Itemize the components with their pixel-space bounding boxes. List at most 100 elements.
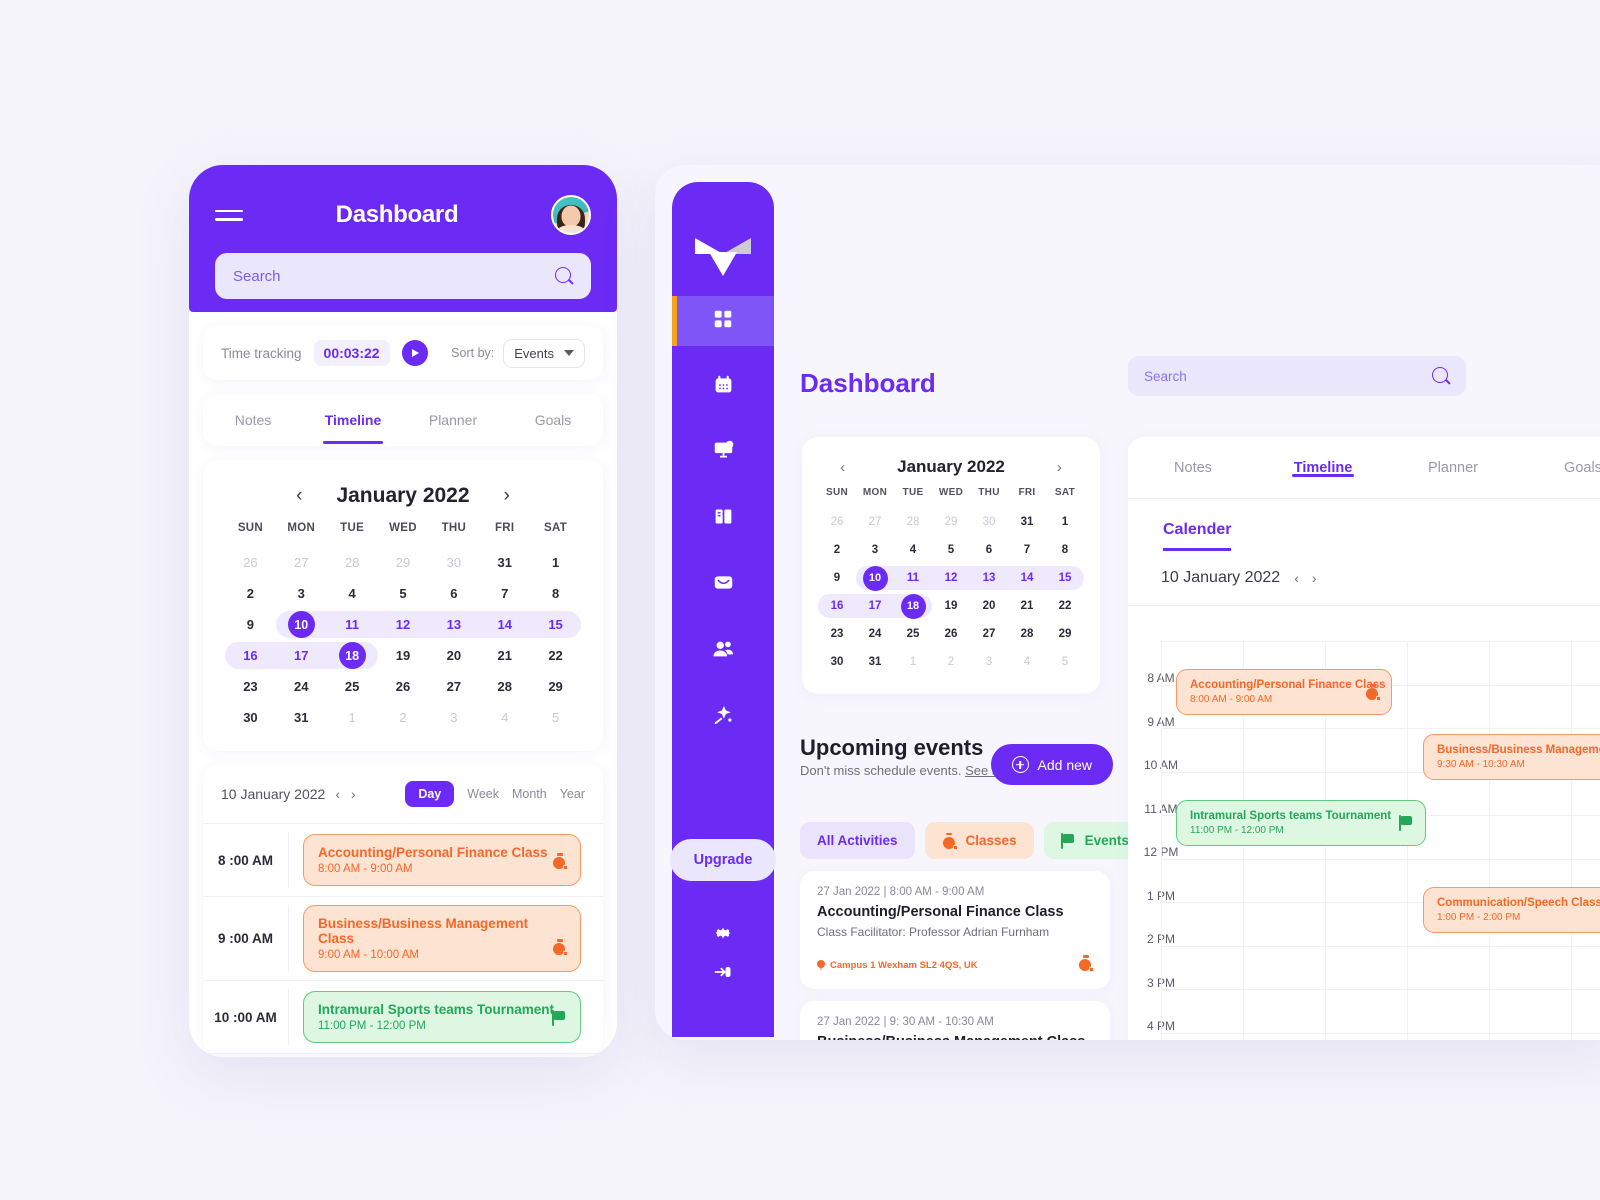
calendar-day-cell[interactable]: 8 xyxy=(530,578,581,609)
search-bar[interactable] xyxy=(1128,356,1466,396)
calendar-day-cell[interactable]: 9 xyxy=(818,564,856,592)
day-next-button[interactable]: › xyxy=(351,786,356,802)
search-icon[interactable] xyxy=(1432,367,1450,385)
upgrade-button[interactable]: Upgrade xyxy=(669,839,777,881)
calendar-day-cell[interactable]: 1 xyxy=(327,702,378,733)
calendar-day-cell[interactable]: 19 xyxy=(378,640,429,671)
calendar-day-cell[interactable]: 22 xyxy=(1046,592,1084,620)
calendar-day-cell[interactable]: 30 xyxy=(970,508,1008,536)
calendar-day-cell[interactable]: 1 xyxy=(530,547,581,578)
calendar-day-cell[interactable]: 23 xyxy=(225,671,276,702)
calendar-day-cell[interactable]: 18 xyxy=(894,592,932,620)
logout-icon[interactable] xyxy=(713,962,733,987)
day-prev-button[interactable]: ‹ xyxy=(335,786,340,802)
play-button[interactable] xyxy=(401,340,428,366)
gear-icon[interactable] xyxy=(713,923,733,948)
calendar-day-cell[interactable]: 17 xyxy=(275,640,327,671)
avatar[interactable] xyxy=(551,195,591,235)
calendar-day-cell[interactable]: 2 xyxy=(225,578,276,609)
calendar-day-cell[interactable]: 25 xyxy=(894,620,932,648)
tab-notes[interactable]: Notes xyxy=(203,412,303,428)
calendar-day-cell[interactable]: 13 xyxy=(970,564,1008,592)
calendar-day-cell[interactable]: 30 xyxy=(818,648,856,676)
calendar-day-cell[interactable]: 12 xyxy=(377,609,429,640)
calendar-day-cell[interactable]: 24 xyxy=(276,671,327,702)
calendar-day-cell[interactable]: 27 xyxy=(856,508,894,536)
view-option-year[interactable]: Year xyxy=(560,787,585,801)
calendar-day-cell[interactable]: 18 xyxy=(326,640,378,671)
view-option-month[interactable]: Month xyxy=(512,787,547,801)
calendar-day-cell[interactable]: 3 xyxy=(276,578,327,609)
add-new-button[interactable]: Add new xyxy=(990,744,1113,785)
calendar-day-cell[interactable]: 21 xyxy=(1008,592,1046,620)
calendar-day-cell[interactable]: 21 xyxy=(479,640,530,671)
calendar-day-cell[interactable]: 5 xyxy=(1046,648,1084,676)
timeline-event[interactable]: Intramural Sports teams Tournament 11:00 … xyxy=(303,991,581,1043)
search-icon[interactable] xyxy=(555,267,573,285)
calendar-day-cell[interactable]: 10 xyxy=(856,564,894,592)
calendar-day-cell[interactable]: 30 xyxy=(225,702,276,733)
calendar-day-cell[interactable]: 31 xyxy=(276,702,327,733)
calendar-day-cell[interactable]: 1 xyxy=(1046,508,1084,536)
calendar-day-cell[interactable]: 15 xyxy=(530,609,581,640)
calendar-day-cell[interactable]: 10 xyxy=(275,609,327,640)
calendar-day-cell[interactable]: 22 xyxy=(530,640,581,671)
tab-goals[interactable]: Goals xyxy=(1518,460,1600,476)
day-prev-button[interactable]: ‹ xyxy=(1294,570,1299,586)
calendar-day-cell[interactable]: 13 xyxy=(428,609,480,640)
calendar-day-cell[interactable]: 11 xyxy=(894,564,932,592)
calendar-day-cell[interactable]: 24 xyxy=(856,620,894,648)
calendar-day-cell[interactable]: 25 xyxy=(327,671,378,702)
calendar-next-month-button[interactable]: › xyxy=(504,485,510,507)
calendar-day-cell[interactable]: 16 xyxy=(818,592,856,620)
event-card[interactable]: 27 Jan 2022 | 8:00 AM - 9:00 AM Accountin… xyxy=(800,871,1110,989)
search-input[interactable] xyxy=(233,267,555,285)
calendar-day-cell[interactable]: 29 xyxy=(378,547,429,578)
calendar-prev-month-button[interactable]: ‹ xyxy=(296,485,302,507)
filter-classes[interactable]: Classes xyxy=(924,822,1034,859)
tab-timeline[interactable]: Timeline xyxy=(1258,460,1388,476)
calendar-day-cell[interactable]: 4 xyxy=(1008,648,1046,676)
calendar-grid-event[interactable]: Communication/Speech Class 1:00 PM - 2:00… xyxy=(1423,887,1600,933)
calendar-day-cell[interactable]: 28 xyxy=(1008,620,1046,648)
sidebar-item-presentation-chat[interactable] xyxy=(672,428,774,478)
calendar-day-cell[interactable]: 30 xyxy=(428,547,479,578)
calendar-day-cell[interactable]: 5 xyxy=(378,578,429,609)
calendar-day-cell[interactable]: 12 xyxy=(932,564,970,592)
calendar-day-cell[interactable]: 11 xyxy=(326,609,378,640)
filter-all-activities[interactable]: All Activities xyxy=(800,822,915,859)
calendar-grid-event[interactable]: Business/Business Management Class 9:30 A… xyxy=(1423,734,1600,780)
calendar-prev-month-button[interactable]: ‹ xyxy=(840,459,845,476)
calendar-day-cell[interactable]: 3 xyxy=(970,648,1008,676)
sidebar-item-calendar[interactable] xyxy=(672,362,774,412)
sidebar-item-users[interactable] xyxy=(672,626,774,676)
calendar-day-cell[interactable]: 29 xyxy=(530,671,581,702)
calendar-day-cell[interactable]: 31 xyxy=(856,648,894,676)
calendar-day-cell[interactable]: 29 xyxy=(1046,620,1084,648)
calendar-next-month-button[interactable]: › xyxy=(1057,459,1062,476)
calendar-day-cell[interactable]: 15 xyxy=(1046,564,1084,592)
timeline-event[interactable]: Business/Business Management Class 9:00 A… xyxy=(303,905,581,972)
calendar-day-cell[interactable]: 6 xyxy=(428,578,479,609)
calendar-grid-event[interactable]: Intramural Sports teams Tournament 11:00 … xyxy=(1176,800,1426,846)
calendar-day-cell[interactable]: 3 xyxy=(856,536,894,564)
calendar-day-cell[interactable]: 9 xyxy=(225,609,276,640)
calendar-day-cell[interactable]: 16 xyxy=(225,640,276,671)
calendar-day-cell[interactable]: 31 xyxy=(1008,508,1046,536)
calendar-day-cell[interactable]: 28 xyxy=(894,508,932,536)
calendar-day-cell[interactable]: 5 xyxy=(932,536,970,564)
calendar-day-cell[interactable]: 3 xyxy=(428,702,479,733)
hamburger-menu-icon[interactable] xyxy=(215,209,243,221)
view-option-week[interactable]: Week xyxy=(467,787,499,801)
search-bar[interactable] xyxy=(215,253,591,299)
sidebar-item-mail[interactable] xyxy=(672,560,774,610)
calendar-day-cell[interactable]: 26 xyxy=(225,547,276,578)
calendar-day-cell[interactable]: 2 xyxy=(378,702,429,733)
calendar-day-cell[interactable]: 2 xyxy=(932,648,970,676)
calendar-grid-event[interactable]: Accounting/Personal Finance Class 8:00 AM… xyxy=(1176,669,1392,715)
event-card[interactable]: 27 Jan 2022 | 9: 30 AM - 10:30 AM Busines… xyxy=(800,1001,1110,1040)
calendar-subtab[interactable]: Calender xyxy=(1128,499,1600,551)
calendar-day-cell[interactable]: 20 xyxy=(428,640,479,671)
calendar-day-cell[interactable]: 8 xyxy=(1046,536,1084,564)
search-input[interactable] xyxy=(1144,368,1432,384)
